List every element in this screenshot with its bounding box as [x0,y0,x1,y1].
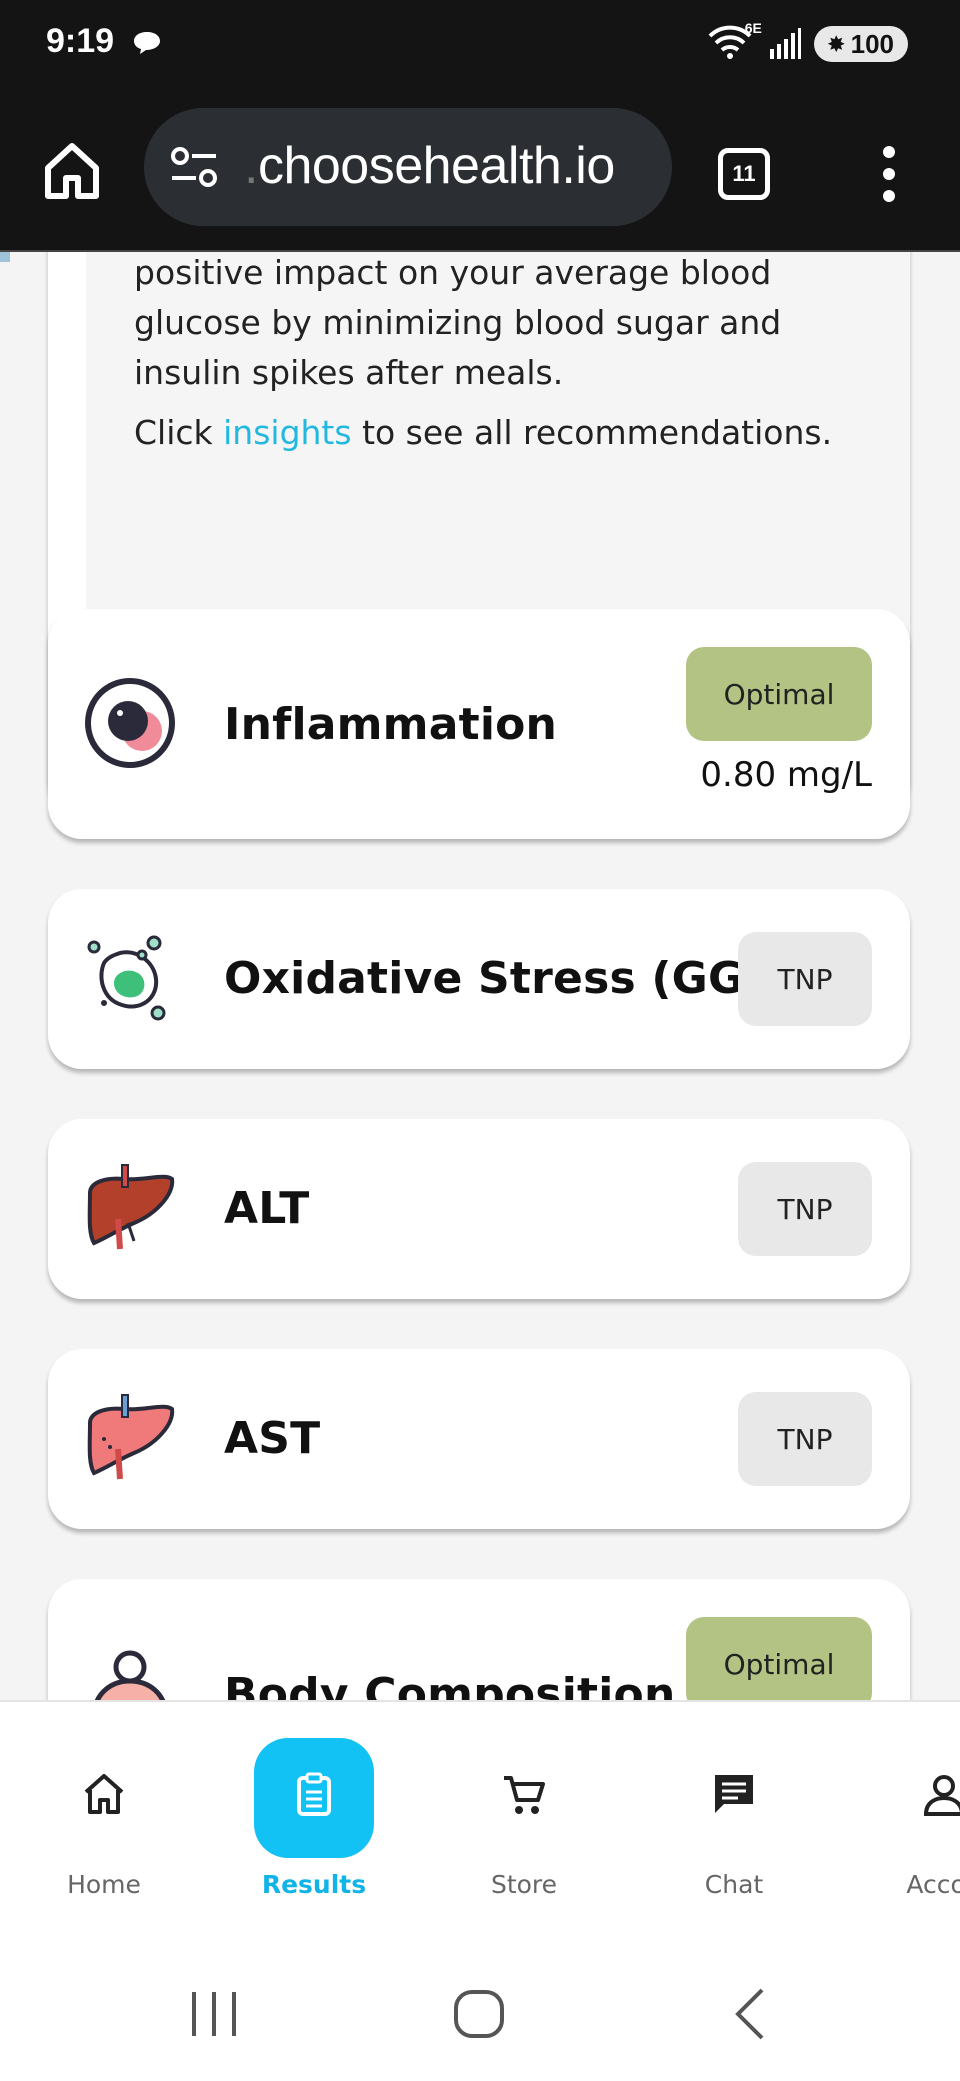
summary-paragraph: positive impact on your average blood gl… [134,253,782,392]
wifi-icon: 6E [708,20,762,64]
insights-suffix: to see all recommendations. [351,413,833,452]
chat-icon [715,1775,753,1813]
url-host: choosehealth.io [257,137,615,195]
body-composition-icon [94,1650,166,1700]
system-navigation-bar [0,1910,960,2081]
status-badge: TNP [738,1392,872,1486]
url-bar[interactable]: .choosehealth.io [144,108,672,226]
message-notification-icon [134,32,160,54]
nav-label: Accou [906,1870,960,1899]
marker-card-body-composition[interactable]: Body Composition Optimal [48,1579,910,1700]
status-time: 9:19 [46,22,115,60]
battery-indicator: ✸ 100 [813,26,908,62]
insights-link[interactable]: insights [223,413,351,452]
insights-prompt: Click insights to see all recommendation… [134,408,854,458]
site-settings-icon[interactable] [170,146,218,188]
account-icon [923,1775,960,1816]
clipboard-icon [297,1772,331,1816]
tab-switcher-button[interactable]: 11 [718,148,770,200]
recent-apps-icon[interactable] [184,1984,244,2044]
marker-card-oxidative-stress[interactable]: Oxidative Stress (GGT) TNP [48,889,910,1069]
back-icon[interactable] [722,1984,782,2044]
liver-pink-icon [87,1394,175,1480]
oxidative-stress-icon [87,935,166,1021]
marker-name: Inflammation [224,699,558,750]
summary-text: positive impact on your average blood gl… [134,252,854,458]
marker-name: AST [224,1413,321,1464]
browser-toolbar: .choosehealth.io 11 [0,90,960,252]
results-content[interactable]: positive impact on your average blood gl… [0,252,960,1700]
url-text: .choosehealth.io [244,136,615,196]
home-icon[interactable] [42,140,102,200]
status-badge: TNP [738,1162,872,1256]
network-type-label: 6E [744,20,762,36]
bottom-navigation: Home Results Store Chat Acco [0,1700,960,1910]
nav-label: Store [490,1870,558,1899]
home-button-icon[interactable] [450,1984,510,2044]
marker-name: ALT [224,1183,310,1234]
status-badge: Optimal [686,647,872,741]
insights-prefix: Click [134,413,224,452]
marker-card-alt[interactable]: ALT TNP [48,1119,910,1299]
status-badge: TNP [738,932,872,1026]
nav-store[interactable]: Store [444,1702,604,1912]
signal-icon [769,28,801,59]
more-options-icon[interactable] [874,144,904,204]
marker-card-ast[interactable]: AST TNP [48,1349,910,1529]
status-badge: Optimal [686,1617,872,1700]
nav-label: Chat [704,1870,764,1899]
edge-marker [0,252,10,262]
nav-label: Home [67,1870,141,1899]
marker-name: Body Composition [224,1669,676,1700]
battery-level: 100 [850,28,894,59]
liver-icon [87,1164,175,1250]
nav-label: Results [261,1870,367,1899]
marker-card-inflammation[interactable]: Inflammation Optimal 0.80 mg/L [48,609,910,839]
inflammation-icon [85,678,175,768]
battery-leaf-icon: ✸ [827,33,845,56]
status-bar: 9:19 6E ✸ 100 [0,0,960,90]
nav-chat[interactable]: Chat [654,1702,814,1912]
marker-value: 0.80 mg/L [700,755,872,795]
nav-home[interactable]: Home [24,1702,184,1912]
nav-results[interactable]: Results [234,1702,394,1912]
url-prefix: . [244,137,258,195]
cart-icon [504,1776,545,1814]
marker-name: Oxidative Stress (GGT) [224,953,795,1004]
home-icon [84,1774,124,1814]
nav-account[interactable]: Accou [864,1702,960,1912]
